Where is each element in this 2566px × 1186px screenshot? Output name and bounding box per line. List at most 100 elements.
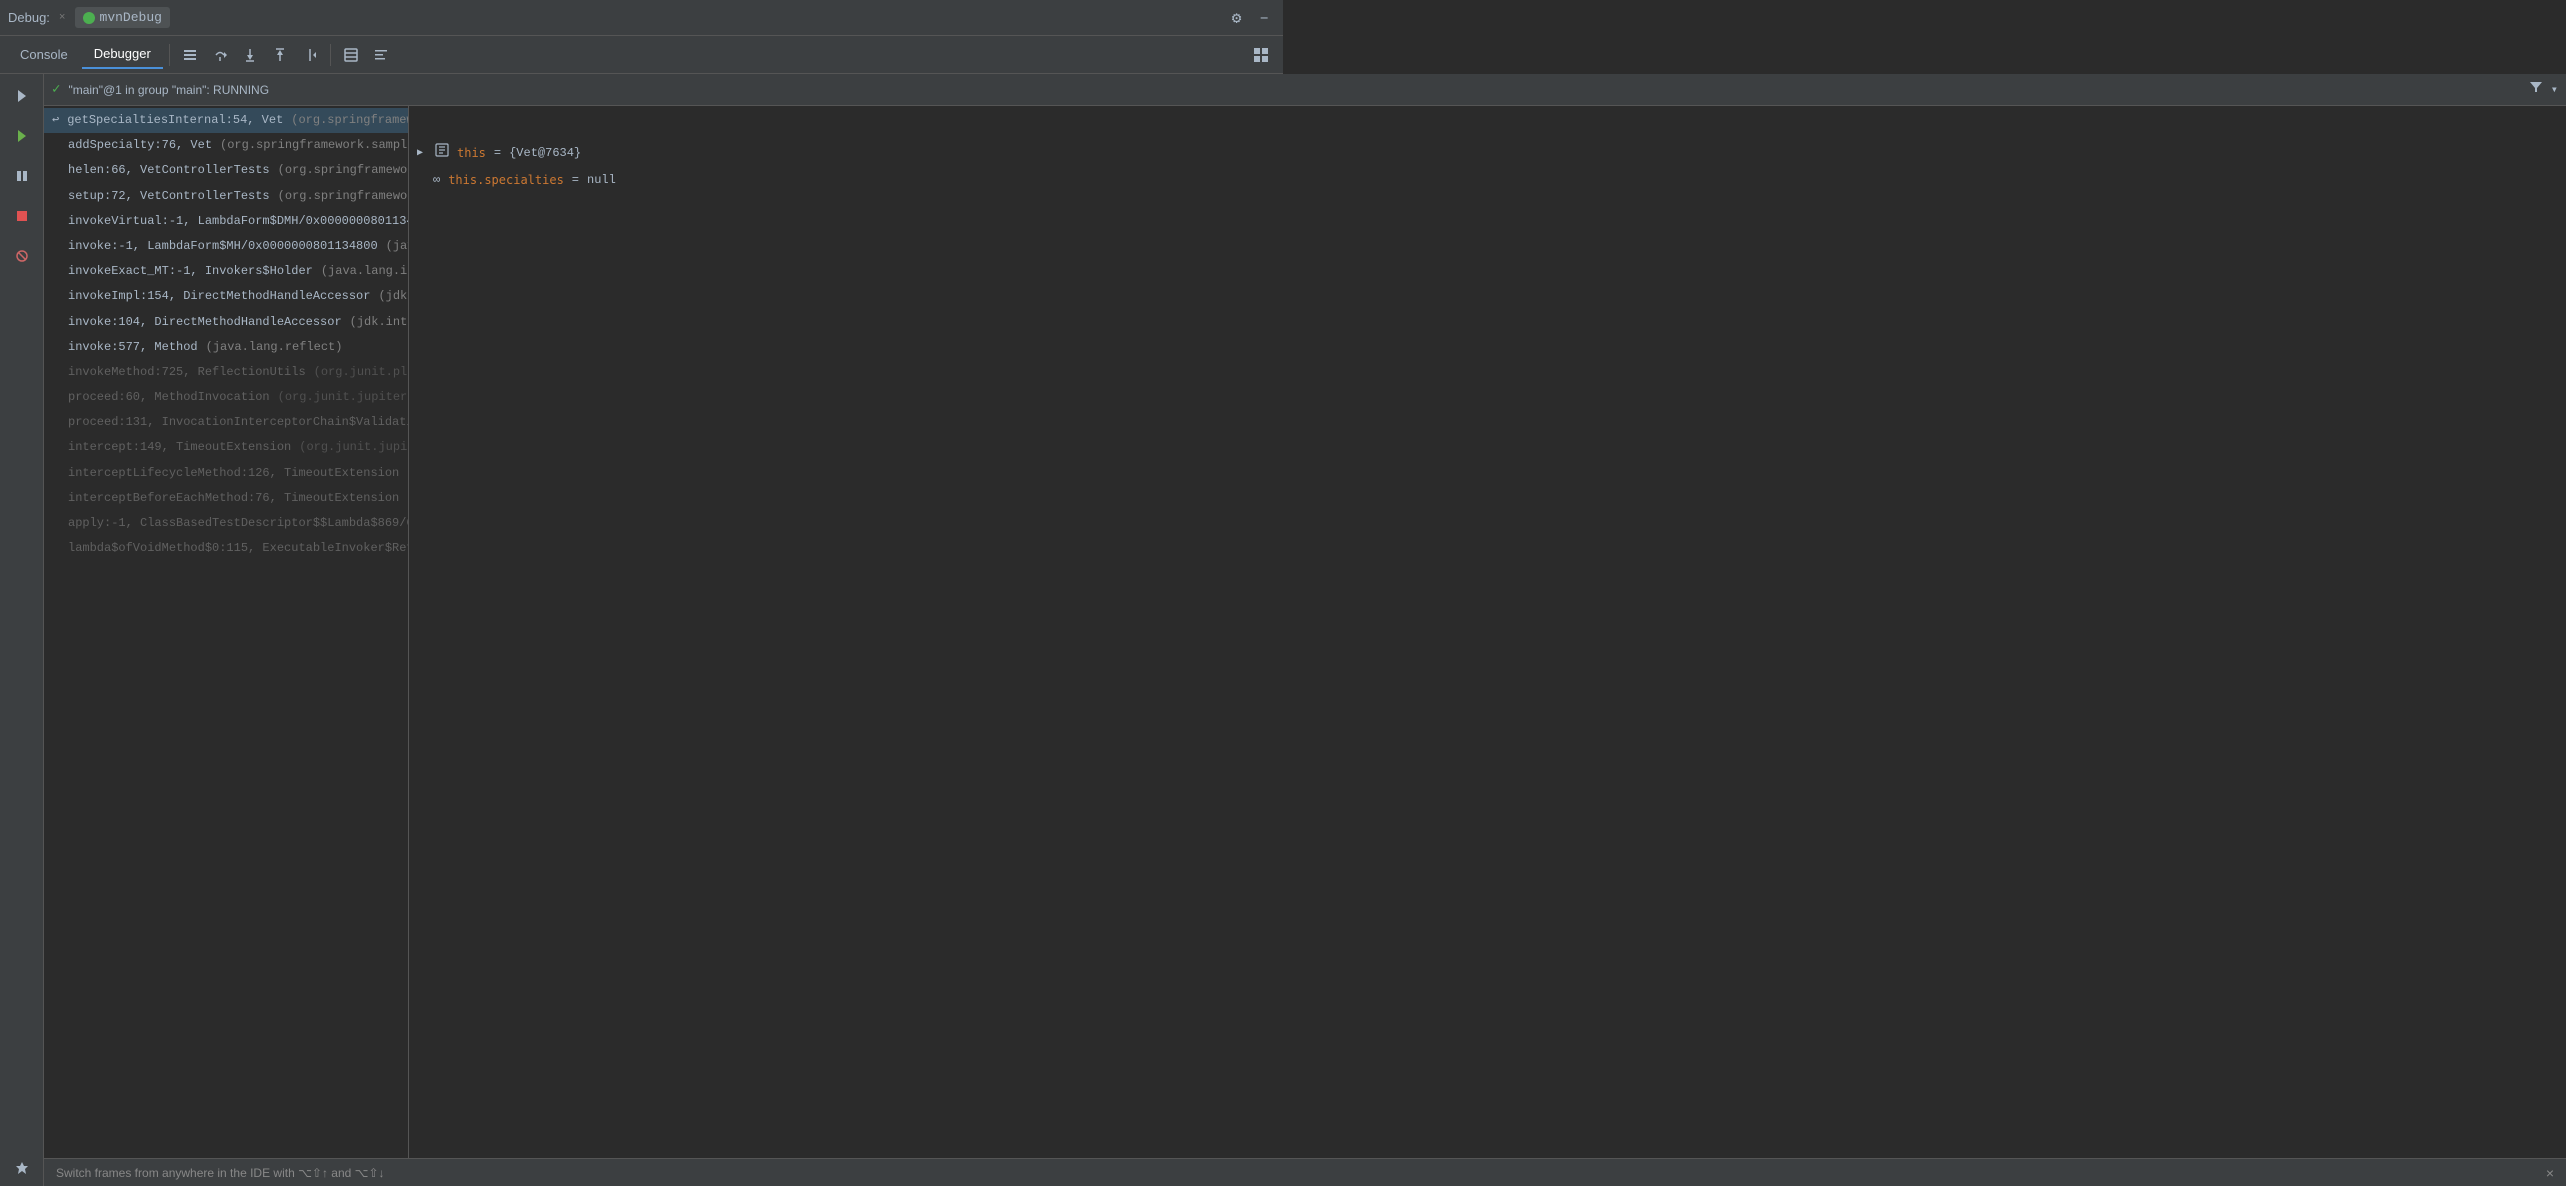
mute-breakpoints-button[interactable] [4,238,40,274]
debug-label: Debug: [8,10,50,25]
stack-frame-12[interactable]: proceed:131, InvocationInterceptorChain$… [44,410,408,435]
frame-class: (org.springframework.samples.petclin [278,187,408,206]
frame-name: helen:66, VetControllerTests [68,161,270,180]
stack-frame-5[interactable]: invoke:-1, LambdaForm$MH/0x0000000801134… [44,234,408,259]
stack-frame-3[interactable]: setup:72, VetControllerTests (org.spring… [44,184,408,209]
stack-panel: ↩ getSpecialtiesInternal:54, Vet (org.sp… [44,106,409,1158]
panels-wrapper: ↩ getSpecialtiesInternal:54, Vet (org.sp… [44,106,2566,1158]
frame-name: invokeMethod:725, ReflectionUtils [68,363,306,382]
frame-name: apply:-1, ClassBasedTestDescriptor$$Lamb… [68,514,408,533]
frame-name: interceptLifecycleMethod:126, TimeoutExt… [68,464,399,483]
stack-frame-2[interactable]: helen:66, VetControllerTests (org.spring… [44,158,408,183]
frame-name: invokeImpl:154, DirectMethodHandleAccess… [68,287,370,306]
frame-name: proceed:131, InvocationInterceptorChain$… [68,413,408,432]
thread-filter-icon[interactable] [2529,80,2543,99]
stack-frame-10[interactable]: invokeMethod:725, ReflectionUtils (org.j… [44,360,408,385]
toolbar: Console Debugger [0,36,1283,74]
var-row-this[interactable]: ▶ this = {Vet@7634} [409,140,2566,167]
stack-frame-13[interactable]: intercept:149, TimeoutExtension (org.jun… [44,435,408,460]
tab-console[interactable]: Console [8,41,80,68]
frame-name: setup:72, VetControllerTests [68,187,270,206]
frame-name: invokeVirtual:-1, LambdaForm$DMH/0x00000… [68,212,408,231]
stack-frame-1[interactable]: addSpecialty:76, Vet (org.springframewor… [44,133,408,158]
pin-button[interactable] [4,1150,40,1186]
run-to-cursor-button[interactable] [296,41,324,69]
step-over-button[interactable] [206,41,234,69]
tab-debugger[interactable]: Debugger [82,40,163,69]
thread-bar: ✓ "main"@1 in group "main": RUNNING ▾ [44,74,2566,106]
stack-frame-8[interactable]: invoke:104, DirectMethodHandleAccessor (… [44,310,408,335]
resume-button[interactable] [4,78,40,114]
frame-name: interceptBeforeEachMethod:76, TimeoutExt… [68,489,399,508]
stack-frame-6[interactable]: invokeExact_MT:-1, Invokers$Holder (java… [44,259,408,284]
toolbar-divider-2 [330,44,331,66]
restore-layout-icon[interactable] [1247,41,1275,69]
frame-class: (java.lang.invo [386,237,408,256]
thread-dropdown-icon[interactable]: ▾ [2551,82,2558,97]
frame-name: invoke:-1, LambdaForm$MH/0x0000000801134… [68,237,378,256]
title-bar: Debug: × mvnDebug ⚙ – [0,0,1283,36]
vars-panel: ▶ this = {Vet@7634} ∞ this.specialties =… [409,106,2566,1158]
status-bar: Switch frames from anywhere in the IDE w… [44,1158,2566,1186]
var-eq-this: = [494,143,501,163]
status-close-icon[interactable]: × [2546,1165,2554,1181]
stack-frame-9[interactable]: invoke:577, Method (java.lang.reflect) [44,335,408,360]
stack-frame-4[interactable]: invokeVirtual:-1, LambdaForm$DMH/0x00000… [44,209,408,234]
frame-name: invokeExact_MT:-1, Invokers$Holder [68,262,313,281]
frame-class: (org.junit.jupiter.e [407,464,408,483]
status-text: Switch frames from anywhere in the IDE w… [56,1166,385,1180]
frame-name: invoke:577, Method [68,338,198,357]
thread-label: "main"@1 in group "main": RUNNING [68,83,269,97]
undo-icon: ↩ [52,111,59,130]
var-row-specialties[interactable]: ∞ this.specialties = null [409,167,2566,193]
var-name-this: this [457,143,486,163]
thread-check-icon: ✓ [52,81,60,98]
var-expand-this[interactable]: ▶ [417,145,431,162]
stack-frame-16[interactable]: apply:-1, ClassBasedTestDescriptor$$Lamb… [44,511,408,536]
step-into-button[interactable] [236,41,264,69]
tab-status-icon [83,12,95,24]
rerun-button[interactable] [176,41,204,69]
tab-label: mvnDebug [100,10,162,25]
toolbar-divider [169,44,170,66]
stop-button[interactable] [4,198,40,234]
tab-close-icon[interactable]: × [56,11,69,25]
frames-button[interactable] [337,41,365,69]
frame-class: (org.junit.jupiter.engine.execution) [278,388,408,407]
var-value-specialties: null [587,170,616,190]
stack-frame-14[interactable]: interceptLifecycleMethod:126, TimeoutExt… [44,461,408,486]
run-button[interactable] [4,118,40,154]
debug-tab[interactable]: mvnDebug [75,7,170,28]
frame-class: (org.springframework.samples.petcli [291,111,408,130]
stack-frame-11[interactable]: proceed:60, MethodInvocation (org.junit.… [44,385,408,410]
sidebar [0,74,44,1186]
frame-class: (jdk.internal.reflect) [350,313,408,332]
var-value-this: {Vet@7634} [509,143,581,163]
frame-class: (java.lang.invoke) [321,262,408,281]
frame-class: (org.junit.jupiter.engine.extensior [299,438,408,457]
var-list-icon [435,143,449,164]
var-inf-icon: ∞ [433,170,440,190]
frame-name: getSpecialtiesInternal:54, Vet [67,111,283,130]
var-name-specialties: this.specialties [448,170,564,190]
gear-icon[interactable]: ⚙ [1226,6,1248,30]
minimize-icon[interactable]: – [1253,7,1275,29]
frame-class: (org.junit.platform.commons.uti [314,363,408,382]
frame-name: addSpecialty:76, Vet [68,136,212,155]
frame-name: proceed:60, MethodInvocation [68,388,270,407]
pause-button[interactable] [4,158,40,194]
frame-class: (org.springframework.samples.petclinic.v… [220,136,408,155]
frame-class: (org.springframework.samples.petclin [278,161,408,180]
frame-class: (java.lang.reflect) [206,338,343,357]
stack-frame-15[interactable]: interceptBeforeEachMethod:76, TimeoutExt… [44,486,408,511]
stack-frame-7[interactable]: invokeImpl:154, DirectMethodHandleAccess… [44,284,408,309]
frame-name: intercept:149, TimeoutExtension [68,438,291,457]
step-out-button[interactable] [266,41,294,69]
stack-frame-0[interactable]: ↩ getSpecialtiesInternal:54, Vet (org.sp… [44,108,408,133]
frame-class: (org.junit.jupiter. [407,489,408,508]
var-eq-specialties: = [572,170,579,190]
frame-class: (jdk.internal.reflect) [378,287,408,306]
frame-name: lambda$ofVoidMethod$0:115, ExecutableInv… [68,539,408,558]
variables-button[interactable] [367,41,395,69]
stack-frame-17[interactable]: lambda$ofVoidMethod$0:115, ExecutableInv… [44,536,408,561]
